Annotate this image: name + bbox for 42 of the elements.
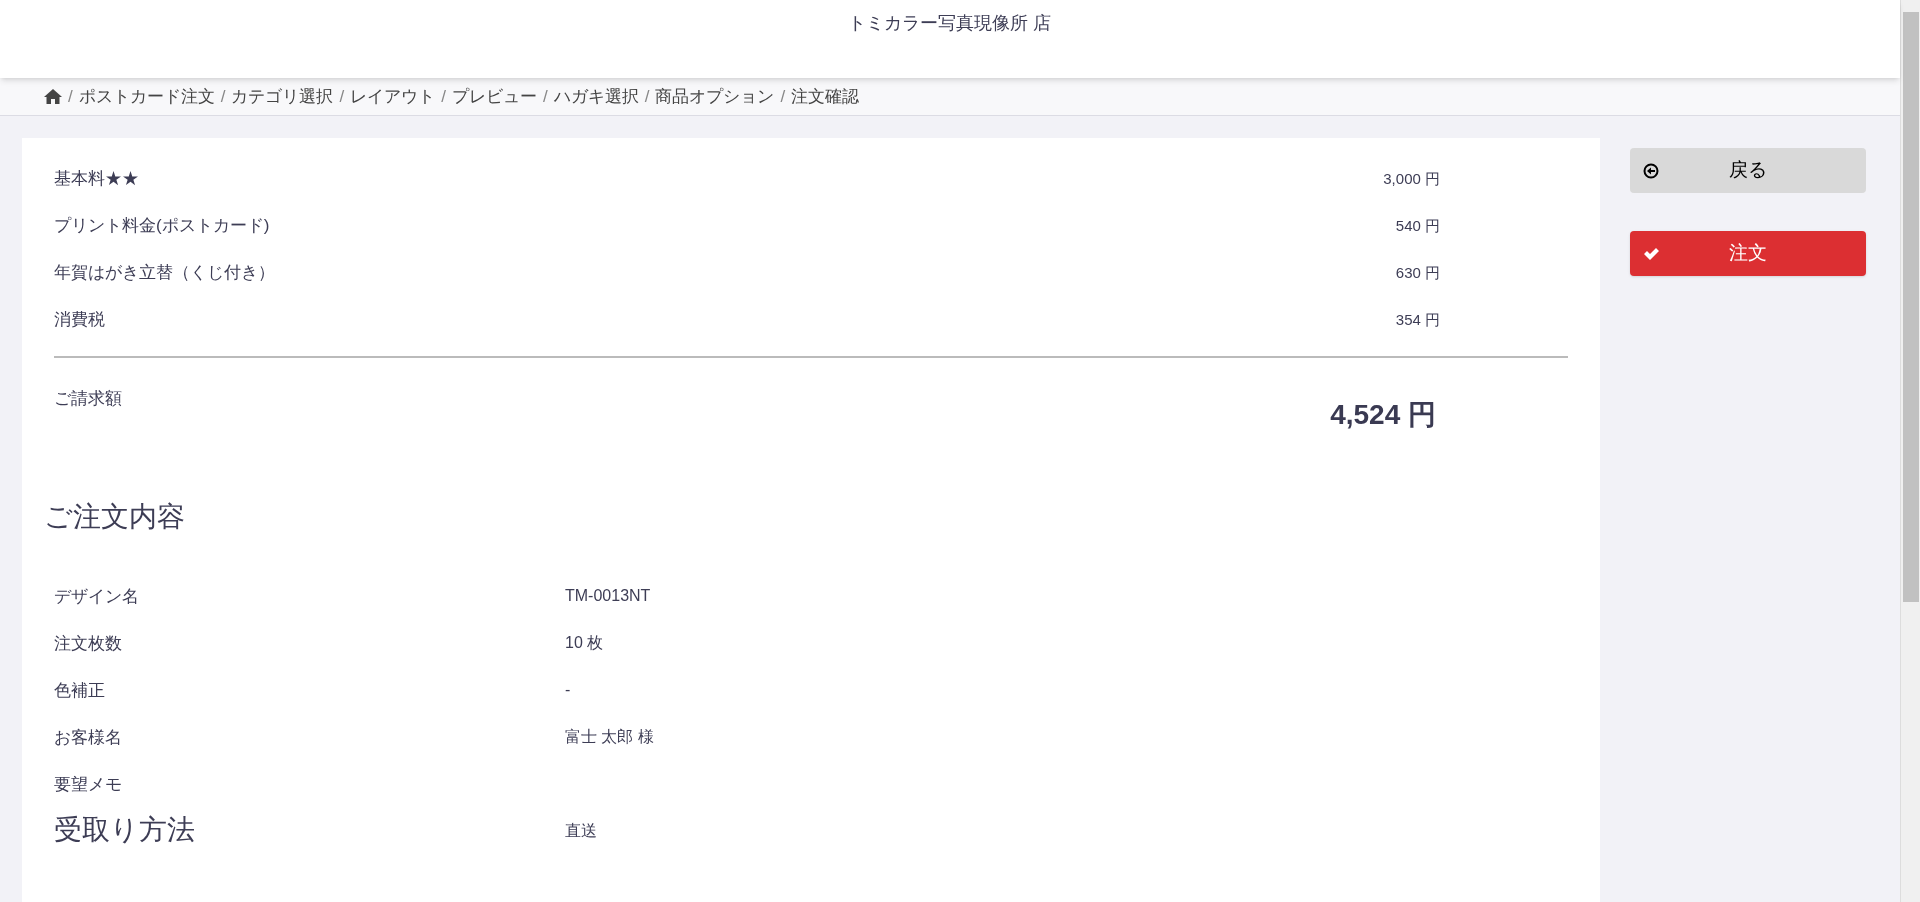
breadcrumb-separator: / [780, 85, 786, 108]
detail-label: デザイン名 [54, 586, 140, 608]
section-heading: ご注文内容 [44, 500, 185, 532]
detail-label: お客様名 [54, 727, 123, 749]
detail-value: 富士 太郎 様 [565, 727, 654, 747]
breadcrumb-link[interactable]: プレビュー [451, 83, 537, 110]
detail-label: 注文枚数 [54, 633, 123, 655]
total-label: ご請求額 [54, 388, 122, 410]
detail-label: 受取り方法 [54, 813, 196, 845]
breadcrumb-link[interactable]: 商品オプション [655, 83, 775, 110]
charge-label: プリント料金(ポストカード) [54, 215, 270, 237]
total-amount: 4,524 円 [1330, 398, 1436, 430]
breadcrumb-link[interactable]: カテゴリ選択 [231, 83, 334, 110]
charge-amount: 630 円 [1395, 263, 1440, 283]
breadcrumb-link[interactable]: ポストカード注文 [78, 83, 215, 110]
scrollbar-thumb[interactable] [1902, 12, 1919, 602]
charge-label: 年賀はがき立替（くじ付き） [54, 262, 275, 284]
breadcrumb-separator: / [542, 85, 548, 108]
charge-amount: 3,000 円 [1383, 169, 1440, 189]
back-button[interactable]: 戻る [1630, 148, 1866, 193]
check-icon [1643, 246, 1660, 261]
order-button[interactable]: 注文 [1630, 231, 1866, 276]
detail-value: TM-0013NT [565, 586, 651, 606]
breadcrumb-separator: / [441, 85, 446, 108]
home-icon[interactable] [44, 89, 62, 104]
charge-amount: 540 円 [1395, 216, 1440, 236]
breadcrumb-separator: / [68, 85, 73, 108]
breadcrumb-link[interactable]: ハガキ選択 [553, 83, 639, 110]
breadcrumb-link[interactable]: レイアウト [350, 83, 436, 110]
detail-value: 直送 [565, 821, 597, 841]
header-title: トミカラー写真現像所 店 [848, 12, 1052, 35]
breadcrumb-separator: / [644, 85, 650, 108]
breadcrumb-separator: / [220, 85, 226, 108]
breadcrumb-separator: / [339, 85, 345, 108]
breadcrumb-link[interactable]: 注文確認 [791, 83, 860, 110]
detail-label: 色補正 [54, 680, 106, 702]
detail-label: 要望メモ [54, 774, 123, 796]
detail-value: 10 枚 [565, 633, 604, 653]
charge-amount: 354 円 [1395, 310, 1440, 330]
charge-label: 消費税 [54, 309, 105, 331]
detail-value: - [565, 680, 571, 700]
charge-label: 基本料★★ [54, 168, 139, 190]
